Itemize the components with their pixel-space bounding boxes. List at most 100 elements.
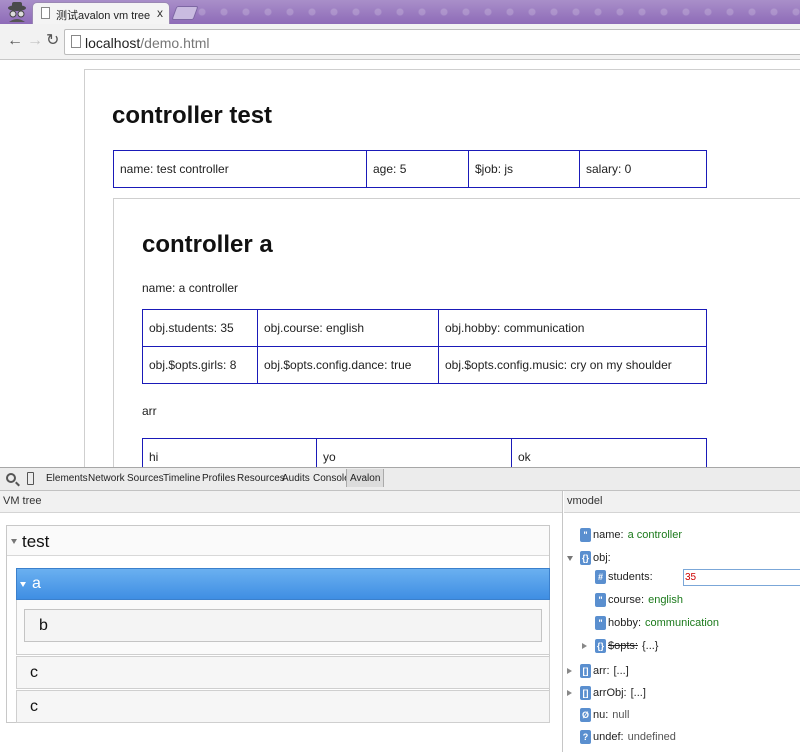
prop-arr[interactable]: [] arr: [...] <box>567 664 629 678</box>
prop-opts[interactable]: {} $opts: {...} <box>582 639 659 653</box>
prop-value: undefined <box>627 730 676 743</box>
tree-node-label: c <box>30 664 38 681</box>
table-cell: salary: 0 <box>579 150 707 188</box>
tree-node-label: a <box>32 575 41 592</box>
tab-strip: 测试avalon vm tree x <box>0 0 800 24</box>
vm-tree-box: test a b c c <box>6 525 550 723</box>
tab-resources[interactable]: Resources <box>237 473 285 484</box>
table-row: obj.$opts.girls: 8 obj.$opts.config.danc… <box>142 346 707 384</box>
tab-network[interactable]: Network <box>88 473 125 484</box>
prop-obj[interactable]: {} obj: <box>567 551 611 565</box>
tree-node-c[interactable]: c <box>16 656 550 689</box>
object-type-icon: {} <box>580 551 591 565</box>
expand-triangle-icon[interactable] <box>20 582 26 587</box>
prop-key: obj: <box>593 551 611 564</box>
controller-a-block: controller a name: a controller obj.stud… <box>113 198 800 467</box>
new-tab-button[interactable] <box>171 6 199 20</box>
prop-key: nu: <box>593 708 609 721</box>
arr-label: arr <box>142 404 157 418</box>
reload-icon[interactable]: ↻ <box>46 33 59 49</box>
tab-timeline[interactable]: Timeline <box>163 473 200 484</box>
incognito-icon <box>8 2 26 22</box>
array-type-icon: [] <box>580 664 591 678</box>
prop-name[interactable]: " name: a controller <box>580 528 682 542</box>
prop-nu[interactable]: Ønu: null <box>580 708 629 722</box>
table-cell: obj.students: 35 <box>142 309 258 347</box>
prop-value: null <box>612 708 630 721</box>
number-type-icon: # <box>595 570 606 584</box>
controller-test-block: controller test name: test controller ag… <box>84 69 800 467</box>
tab-avalon[interactable]: Avalon <box>346 469 385 487</box>
table-cell: obj.hobby: communication <box>438 309 707 347</box>
prop-key: undef: <box>593 730 624 743</box>
collapsed-triangle-icon[interactable] <box>567 690 572 696</box>
tab-active[interactable]: 测试avalon vm tree x <box>32 2 170 24</box>
tab-sources[interactable]: Sources <box>127 473 164 484</box>
tab-profiles[interactable]: Profiles <box>202 473 235 484</box>
prop-value: a controller <box>627 528 682 541</box>
prop-course[interactable]: " course: english <box>595 593 683 607</box>
search-icon[interactable] <box>6 473 16 483</box>
table-cell: hi <box>142 438 317 467</box>
vmodel-header: vmodel <box>564 491 800 513</box>
students-edit-input[interactable] <box>683 569 800 586</box>
page-viewport: controller test name: test controller ag… <box>0 61 800 467</box>
prop-undef[interactable]: ? undef: undefined <box>580 730 676 744</box>
prop-students[interactable]: # students: <box>595 569 800 586</box>
table-cell: obj.$opts.girls: 8 <box>142 346 258 384</box>
expand-triangle-icon[interactable] <box>11 539 17 544</box>
collapsed-triangle-icon[interactable] <box>582 643 587 649</box>
tree-node-label: test <box>22 532 50 551</box>
table-row: obj.students: 35 obj.course: english obj… <box>142 309 707 347</box>
tree-node-test[interactable]: test <box>7 526 549 556</box>
close-icon[interactable]: x <box>157 6 163 20</box>
prop-value: {...} <box>641 639 659 652</box>
back-arrow-icon[interactable]: ← <box>7 33 23 49</box>
tree-node-b[interactable]: b <box>24 609 542 642</box>
page-icon <box>71 35 81 48</box>
section-title: controller a <box>142 231 273 258</box>
table-cell: yo <box>316 438 512 467</box>
prop-value: communication <box>645 616 720 629</box>
null-type-icon: Ø <box>580 708 591 722</box>
string-type-icon: " <box>595 616 606 630</box>
devtools-tab-bar: Elements Network Sources Timeline Profil… <box>0 467 800 491</box>
tab-elements[interactable]: Elements <box>46 473 88 484</box>
undefined-type-icon: ? <box>580 730 591 744</box>
tree-node-a-selected[interactable]: a <box>16 568 550 600</box>
prop-hobby[interactable]: " hobby: communication <box>595 616 719 630</box>
obj-table: obj.students: 35 obj.course: english obj… <box>142 309 707 384</box>
url-text[interactable]: localhost/demo.html <box>85 35 210 51</box>
url-host: localhost <box>85 35 141 51</box>
prop-value: [...] <box>630 686 646 699</box>
vmodel-panel: vmodel " name: a controller {} obj: # studen… <box>564 491 800 752</box>
table-row: name: test controller age: 5 $job: js sa… <box>113 150 707 188</box>
prop-key: course: <box>608 593 645 606</box>
expand-triangle-icon[interactable] <box>567 556 573 561</box>
controller-test-table: name: test controller age: 5 $job: js sa… <box>113 150 707 188</box>
tree-node-label: b <box>39 617 48 634</box>
array-type-icon: [] <box>580 686 591 700</box>
tab-console[interactable]: Console <box>313 473 350 484</box>
vm-tree-header: VM tree <box>0 491 562 513</box>
collapsed-triangle-icon[interactable] <box>567 668 572 674</box>
arr-table: hi yo ok <box>142 438 707 467</box>
forward-arrow-icon[interactable]: → <box>27 33 43 49</box>
prop-arrobj[interactable]: [] arrObj: [...] <box>567 686 646 700</box>
tree-node-a-children: b <box>16 600 550 655</box>
prop-key: students: <box>608 570 653 583</box>
prop-key: name: <box>593 528 624 541</box>
table-cell: obj.course: english <box>257 309 439 347</box>
prop-key: hobby: <box>608 616 642 629</box>
tree-node-label: c <box>30 698 38 715</box>
prop-key: arrObj: <box>593 686 627 699</box>
table-cell: name: test controller <box>113 150 367 188</box>
browser-toolbar: ← → ↻ localhost/demo.html <box>0 24 800 60</box>
device-mode-icon[interactable] <box>27 472 34 485</box>
object-type-icon: {} <box>595 639 606 653</box>
tab-audits[interactable]: Audits <box>282 473 310 484</box>
tree-node-c[interactable]: c <box>16 690 550 723</box>
name-line: name: a controller <box>142 281 239 295</box>
address-bar[interactable]: localhost/demo.html <box>64 29 800 55</box>
table-cell: $job: js <box>468 150 580 188</box>
